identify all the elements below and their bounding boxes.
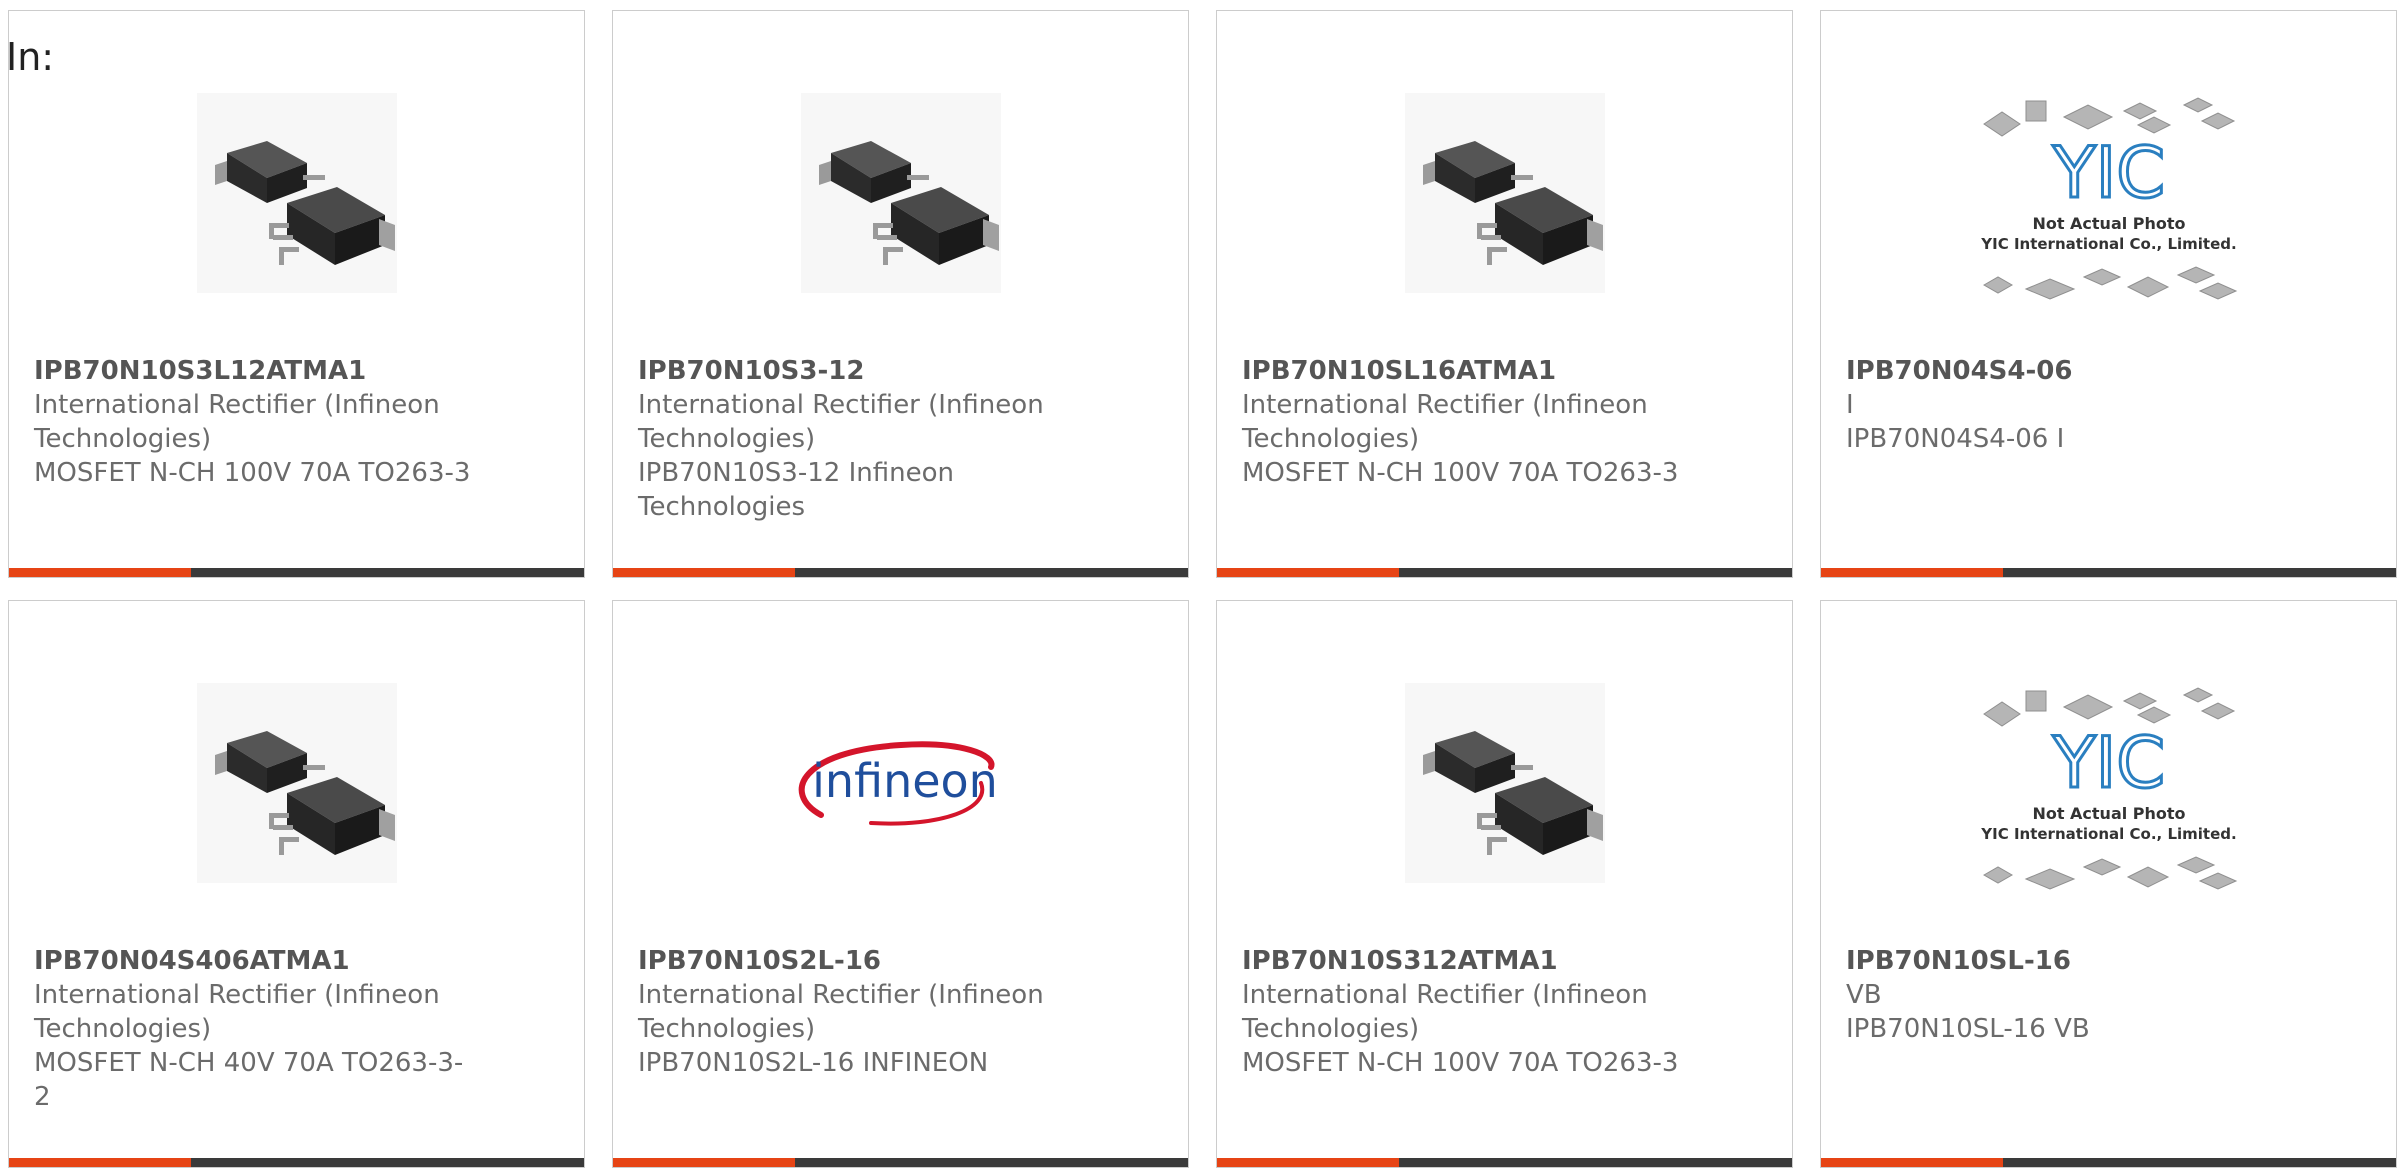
placeholder-caption: Not Actual Photo [2032, 214, 2185, 233]
product-grid: IPB70N10S3L12ATMA1 International Rectifi… [8, 10, 2400, 1168]
description: IPB70N10SL-16 VB [1846, 1014, 2090, 1044]
product-info: IPB70N10SL16ATMA1 International Rectifie… [1242, 354, 1682, 490]
card-footer-bar [1821, 568, 2396, 577]
manufacturer: International Rectifier (Infineon Techno… [1242, 980, 1648, 1044]
yic-logo: YIC [2051, 132, 2164, 214]
product-card[interactable]: YIC Not Actual Photo YIC International C… [1820, 10, 2397, 578]
description: MOSFET N-CH 100V 70A TO263-3 [1242, 458, 1679, 488]
part-number[interactable]: IPB70N04S406ATMA1 [34, 944, 474, 978]
manufacturer: I [1846, 390, 1854, 420]
description: IPB70N10S2L-16 INFINEON [638, 1048, 989, 1078]
description: IPB70N04S4-06 I [1846, 424, 2065, 454]
manufacturer: International Rectifier (Infineon Techno… [638, 390, 1044, 454]
product-info: IPB70N04S406ATMA1 International Rectifie… [34, 944, 474, 1114]
product-info: IPB70N10SL-16 VB IPB70N10SL-16 VB [1846, 944, 2286, 1046]
description: MOSFET N-CH 100V 70A TO263-3 [1242, 1048, 1679, 1078]
card-footer-accent [1217, 1158, 1399, 1167]
product-card[interactable]: IPB70N10S312ATMA1 International Rectifie… [1216, 600, 1793, 1168]
manufacturer: International Rectifier (Infineon Techno… [34, 980, 440, 1044]
card-footer-accent [1821, 568, 2003, 577]
product-info: IPB70N10S3L12ATMA1 International Rectifi… [34, 354, 474, 490]
manufacturer: International Rectifier (Infineon Techno… [34, 390, 440, 454]
card-footer-bar [613, 568, 1188, 577]
placeholder-caption: Not Actual Photo [2032, 804, 2185, 823]
description: IPB70N10S3-12 Infineon Technologies [638, 458, 954, 522]
product-card[interactable]: IPB70N10S3L12ATMA1 International Rectifi… [8, 10, 585, 578]
product-info: IPB70N04S4-06 I IPB70N04S4-06 I [1846, 354, 2286, 456]
card-footer-accent [1821, 1158, 2003, 1167]
manufacturer: VB [1846, 980, 1882, 1010]
to263-package-image[interactable] [152, 79, 442, 307]
yic-logo: YIC [2051, 722, 2164, 804]
card-footer-bar [1217, 568, 1792, 577]
yic-placeholder-image[interactable]: YIC Not Actual Photo YIC International C… [1963, 79, 2254, 307]
to263-package-image[interactable] [756, 79, 1046, 307]
part-number[interactable]: IPB70N10S2L-16 [638, 944, 1078, 978]
description: MOSFET N-CH 40V 70A TO263-3-2 [34, 1048, 464, 1112]
manufacturer: International Rectifier (Infineon Techno… [1242, 390, 1648, 454]
description: MOSFET N-CH 100V 70A TO263-3 [34, 458, 471, 488]
product-card[interactable]: YIC Not Actual Photo YIC International C… [1820, 600, 2397, 1168]
product-info: IPB70N10S2L-16 International Rectifier (… [638, 944, 1078, 1080]
to263-package-image[interactable] [152, 669, 442, 897]
card-footer-accent [1217, 568, 1399, 577]
product-info: IPB70N10S312ATMA1 International Rectifie… [1242, 944, 1682, 1080]
card-footer-bar [9, 1158, 584, 1167]
card-footer-accent [613, 1158, 795, 1167]
product-info: IPB70N10S3-12 International Rectifier (I… [638, 354, 1078, 524]
yic-placeholder-image[interactable]: YIC Not Actual Photo YIC International C… [1963, 669, 2254, 897]
part-number[interactable]: IPB70N10SL-16 [1846, 944, 2286, 978]
manufacturer: International Rectifier (Infineon Techno… [638, 980, 1044, 1044]
card-footer-accent [613, 568, 795, 577]
card-footer-bar [9, 568, 584, 577]
product-card[interactable]: infineon IPB70N10S2L-16 International Re… [612, 600, 1189, 1168]
product-card[interactable]: IPB70N10S3-12 International Rectifier (I… [612, 10, 1189, 578]
part-number[interactable]: IPB70N10S3-12 [638, 354, 1078, 388]
filter-label: In: [6, 35, 55, 79]
part-number[interactable]: IPB70N04S4-06 [1846, 354, 2286, 388]
infineon-logo-text: infineon [812, 754, 998, 808]
card-footer-bar [613, 1158, 1188, 1167]
to263-package-image[interactable] [1360, 79, 1650, 307]
card-footer-accent [9, 568, 191, 577]
product-card[interactable]: IPB70N04S406ATMA1 International Rectifie… [8, 600, 585, 1168]
infineon-logo-image[interactable]: infineon [756, 669, 1046, 897]
part-number[interactable]: IPB70N10S312ATMA1 [1242, 944, 1682, 978]
card-footer-bar [1821, 1158, 2396, 1167]
to263-package-image[interactable] [1360, 669, 1650, 897]
product-card[interactable]: IPB70N10SL16ATMA1 International Rectifie… [1216, 10, 1793, 578]
card-footer-accent [9, 1158, 191, 1167]
card-footer-bar [1217, 1158, 1792, 1167]
placeholder-company: YIC International Co., Limited. [1980, 235, 2236, 253]
placeholder-company: YIC International Co., Limited. [1980, 825, 2236, 843]
part-number[interactable]: IPB70N10SL16ATMA1 [1242, 354, 1682, 388]
part-number[interactable]: IPB70N10S3L12ATMA1 [34, 354, 474, 388]
